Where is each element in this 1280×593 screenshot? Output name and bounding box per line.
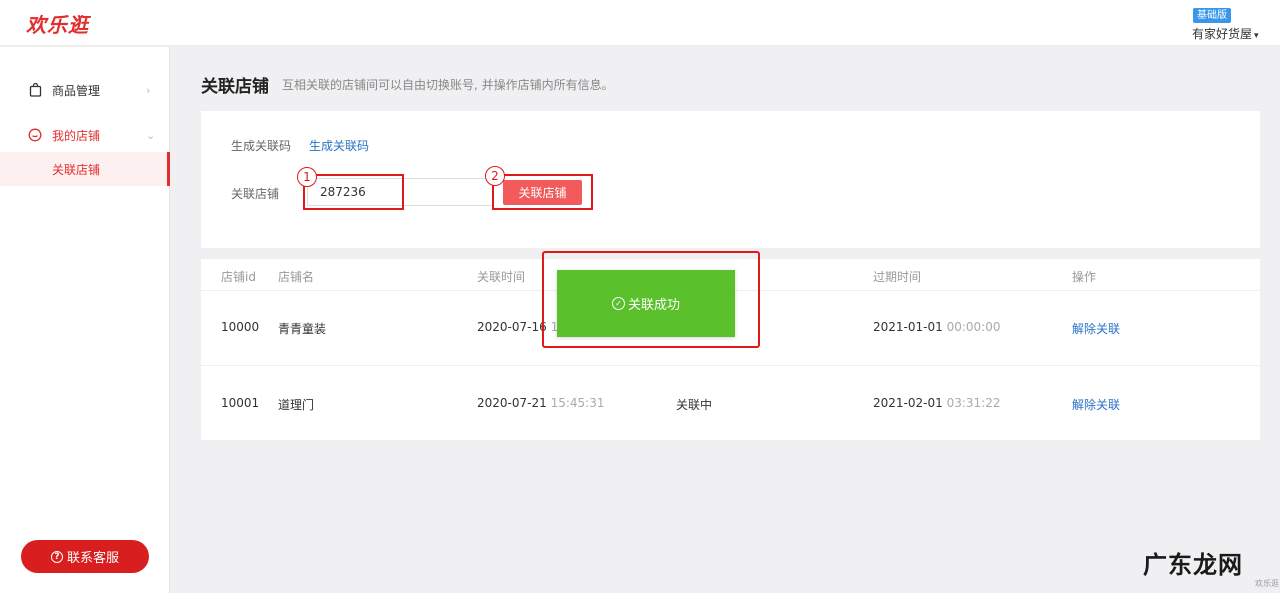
annotation-box-toast [542, 251, 760, 348]
store-id-cell: 10000 [221, 320, 260, 334]
unbind-link[interactable]: 解除关联 [1072, 320, 1120, 337]
bind-time-cell: 2020-07-21 15:45:31 [477, 396, 604, 410]
column-header-store-name: 店铺名 [278, 270, 315, 284]
user-menu[interactable]: 有家好货屋 ▾ [1192, 25, 1259, 42]
store-name-cell: 青青童装 [278, 322, 327, 336]
contact-service-button[interactable]: ? 联系客服 [21, 540, 149, 573]
annotation-box-2 [492, 174, 593, 210]
watermark-caption: 欢乐逛 [1255, 579, 1279, 588]
unbind-link[interactable]: 解除关联 [1072, 396, 1120, 413]
generate-code-link[interactable]: 生成关联码 [309, 137, 369, 154]
bind-clock: 15:45:31 [550, 396, 605, 410]
table-divider [201, 365, 1260, 366]
store-smile-icon [28, 128, 42, 142]
sidebar-subitem-label: 关联店铺 [52, 162, 101, 177]
bind-date: 2020-07-21 [477, 396, 547, 410]
column-header-expire-time: 过期时间 [873, 270, 922, 284]
bind-date: 2020-07-16 [477, 320, 547, 334]
caret-down-icon: ▾ [1254, 31, 1259, 41]
sidebar-item-label: 我的店铺 [52, 128, 101, 143]
bag-icon [28, 83, 42, 97]
contact-service-label: 联系客服 [66, 551, 119, 566]
top-header: 欢乐逛 基础版 有家好货屋 ▾ [0, 0, 1280, 46]
store-name-cell: 道理门 [278, 398, 315, 412]
sidebar-item-my-store[interactable]: 我的店铺 ⌄ [0, 118, 170, 152]
question-icon: ? [50, 550, 63, 563]
expire-date: 2021-01-01 [873, 320, 943, 334]
expire-time-cell: 2021-01-01 00:00:00 [873, 320, 1000, 334]
column-header-store-id: 店铺id [221, 270, 256, 284]
sidebar-subitem-linked-stores[interactable]: 关联店铺 [0, 152, 170, 186]
sidebar-item-label: 商品管理 [52, 83, 101, 98]
user-name: 有家好货屋 [1192, 27, 1253, 41]
status-cell: 关联中 [676, 398, 713, 412]
bind-store-label: 关联店铺 [231, 187, 280, 201]
expire-clock: 03:31:22 [946, 396, 1001, 410]
plan-badge: 基础版 [1193, 8, 1231, 23]
sidebar-item-products[interactable]: 商品管理 › [0, 73, 170, 107]
app-logo[interactable]: 欢乐逛 [26, 9, 89, 38]
chevron-down-icon: ⌄ [146, 128, 156, 142]
sidebar: 商品管理 › 我的店铺 ⌄ 关联店铺 ? 联系客服 [0, 47, 170, 593]
generate-code-label: 生成关联码 [231, 139, 292, 153]
store-id-cell: 10001 [221, 396, 260, 410]
page-description: 互相关联的店铺间可以自由切换账号, 并操作店铺内所有信息。 [282, 78, 614, 92]
expire-time-cell: 2021-02-01 03:31:22 [873, 396, 1000, 410]
watermark: 广东龙网 [1143, 550, 1243, 579]
annotation-box-1 [303, 174, 404, 210]
chevron-right-icon: › [146, 83, 151, 97]
column-header-actions: 操作 [1072, 270, 1097, 284]
annotation-number-2: 2 [485, 166, 505, 186]
expire-date: 2021-02-01 [873, 396, 943, 410]
column-header-bind-time: 关联时间 [477, 270, 526, 284]
expire-clock: 00:00:00 [946, 320, 1001, 334]
page-title: 关联店铺 [201, 77, 269, 97]
annotation-number-1: 1 [297, 167, 317, 187]
